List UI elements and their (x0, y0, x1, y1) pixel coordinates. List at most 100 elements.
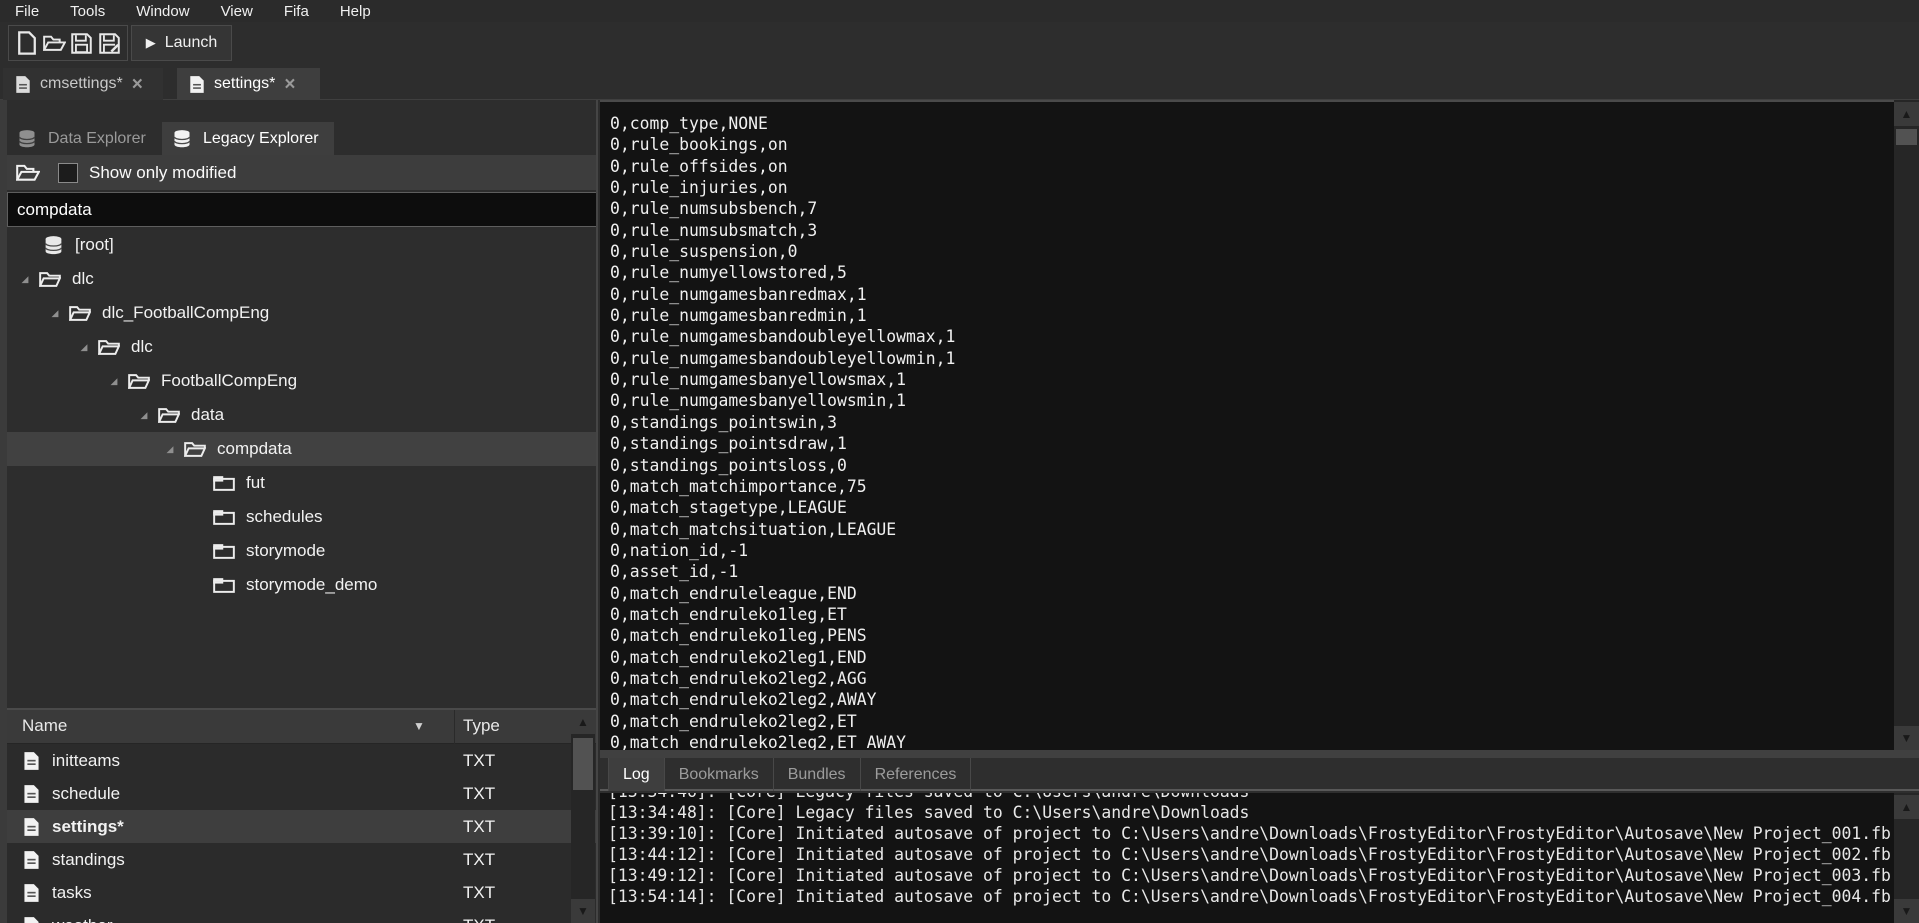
table-row-schedule[interactable]: schedule TXT (7, 777, 596, 810)
expander-icon[interactable]: ◢ (163, 444, 177, 455)
tree-item-fut[interactable]: fut (7, 466, 596, 500)
explorer-tab-strip: Data Explorer Legacy Explorer (7, 122, 596, 155)
new-file-button[interactable] (15, 30, 39, 56)
search-input[interactable] (7, 192, 598, 227)
save-all-button[interactable] (97, 30, 121, 56)
folder-icon (98, 339, 120, 356)
menu-item-help[interactable]: Help (340, 3, 371, 20)
explorer-panel: Data Explorer Legacy Explorer Show only … (7, 100, 598, 923)
log-scrollbar[interactable]: ▲ ▼ (1894, 793, 1919, 923)
editor-text[interactable]: 0,comp_type,NONE 0,rule_bookings,on 0,ru… (600, 102, 1894, 750)
tab-log[interactable]: Log (608, 758, 665, 791)
open-folder-icon (16, 163, 40, 182)
expander-icon[interactable]: ◢ (18, 274, 32, 285)
scrollbar-thumb[interactable] (1896, 129, 1917, 145)
tree-item-label: dlc (72, 269, 94, 289)
scroll-down-icon[interactable]: ▼ (1894, 899, 1919, 923)
table-row-tasks[interactable]: tasks TXT (7, 876, 596, 909)
expander-icon[interactable]: ◢ (107, 376, 121, 387)
text-editor[interactable]: 0,comp_type,NONE 0,rule_bookings,on 0,ru… (600, 100, 1894, 750)
open-project-button[interactable] (42, 30, 66, 56)
menu-item-tools[interactable]: Tools (70, 3, 105, 20)
tree-item-label: compdata (217, 439, 292, 459)
file-icon (23, 817, 40, 837)
file-type: TXT (463, 751, 495, 771)
menu-bar: File Tools Window View Fifa Help (0, 0, 1919, 22)
expander-icon[interactable]: ◢ (137, 410, 151, 421)
database-icon (17, 129, 37, 149)
close-icon[interactable]: × (284, 75, 295, 94)
editor-scrollbar[interactable]: ▲ ▼ (1894, 100, 1919, 750)
frosty-editor-window: { "menu": { "items": ["File", "Tools", "… (0, 0, 1919, 923)
file-type: TXT (463, 784, 495, 804)
tab-settings[interactable]: settings* × (177, 68, 320, 100)
file-tool-group (8, 25, 128, 61)
tree-item-storymode-demo[interactable]: storymode_demo (7, 568, 596, 602)
folder-icon (213, 543, 235, 560)
column-header-name[interactable]: Name (22, 716, 67, 736)
tab-references[interactable]: References (861, 758, 972, 791)
tab-bookmarks[interactable]: Bookmarks (665, 758, 774, 791)
tab-bundles[interactable]: Bundles (774, 758, 861, 791)
new-file-icon (17, 31, 37, 55)
file-name: schedule (52, 784, 120, 804)
scroll-up-icon[interactable]: ▲ (1894, 795, 1919, 819)
log-output: [13:34:46]: [Core] Legacy files saved to… (600, 793, 1894, 923)
folder-icon (213, 475, 235, 492)
expander-icon[interactable]: ◢ (77, 342, 91, 353)
save-icon (71, 33, 92, 54)
horizontal-splitter[interactable] (600, 750, 1919, 758)
column-divider[interactable] (454, 710, 455, 744)
menu-item-window[interactable]: Window (136, 3, 189, 20)
table-row-weather[interactable]: weather TXT (7, 909, 596, 923)
file-table-scrollbar[interactable]: ▲ ▼ (571, 710, 595, 923)
column-header-type[interactable]: Type (463, 716, 500, 736)
database-icon (172, 129, 192, 149)
tree-item-footballcompeng[interactable]: ◢ FootballCompEng (7, 364, 596, 398)
folder-icon (39, 271, 61, 288)
menu-item-fifa[interactable]: Fifa (284, 3, 309, 20)
scrollbar-thumb[interactable] (573, 738, 593, 790)
folder-icon (158, 407, 180, 424)
tree-item-data[interactable]: ◢ data (7, 398, 596, 432)
launch-button[interactable]: ▶ Launch (131, 25, 232, 61)
tree-item-schedules[interactable]: schedules (7, 500, 596, 534)
table-row-initteams[interactable]: initteams TXT (7, 744, 596, 777)
tree-item-label: storymode (246, 541, 325, 561)
log-tab-strip: Log Bookmarks Bundles References (600, 758, 1919, 791)
menu-item-view[interactable]: View (221, 3, 253, 20)
tree-item-dlc[interactable]: ◢ dlc (7, 262, 596, 296)
document-tab-bar: cmsettings* × settings* × (0, 64, 1919, 100)
scroll-up-icon[interactable]: ▲ (571, 710, 595, 734)
menu-item-file[interactable]: File (15, 3, 39, 20)
scroll-up-icon[interactable]: ▲ (1894, 102, 1919, 126)
table-row-standings[interactable]: standings TXT (7, 843, 596, 876)
close-icon[interactable]: × (132, 75, 143, 94)
save-button[interactable] (70, 30, 94, 56)
expander-icon[interactable]: ◢ (48, 308, 62, 319)
file-type: TXT (463, 883, 495, 903)
tree-item-compdata[interactable]: ◢ compdata (7, 432, 596, 466)
sort-arrow-icon[interactable]: ▼ (413, 719, 425, 733)
filter-row: Show only modified (7, 155, 596, 190)
file-type: TXT (463, 916, 495, 923)
show-only-modified-checkbox[interactable] (58, 163, 78, 183)
tree-item-dlc-footballcompeng[interactable]: ◢ dlc_FootballCompEng (7, 296, 596, 330)
tab-label: Legacy Explorer (203, 130, 319, 148)
tree-item-storymode[interactable]: storymode (7, 534, 596, 568)
tree-item-label: dlc_FootballCompEng (102, 303, 269, 323)
tree-item-dlc-inner[interactable]: ◢ dlc (7, 330, 596, 364)
tab-legacy-explorer[interactable]: Legacy Explorer (162, 122, 334, 155)
file-type: TXT (463, 850, 495, 870)
tab-label: Data Explorer (48, 130, 146, 148)
folder-icon (213, 509, 235, 526)
tab-cmsettings[interactable]: cmsettings* × (3, 68, 163, 100)
table-row-settings[interactable]: settings* TXT (7, 810, 596, 843)
scroll-down-icon[interactable]: ▼ (571, 899, 595, 923)
tree-item-label: FootballCompEng (161, 371, 297, 391)
tree-item-root[interactable]: [root] (7, 228, 596, 262)
file-table: Name ▼ Type initteams TXT schedule TXT s… (7, 708, 596, 923)
tab-data-explorer[interactable]: Data Explorer (7, 122, 160, 155)
tab-label: settings* (214, 75, 275, 93)
scroll-down-icon[interactable]: ▼ (1894, 726, 1919, 750)
